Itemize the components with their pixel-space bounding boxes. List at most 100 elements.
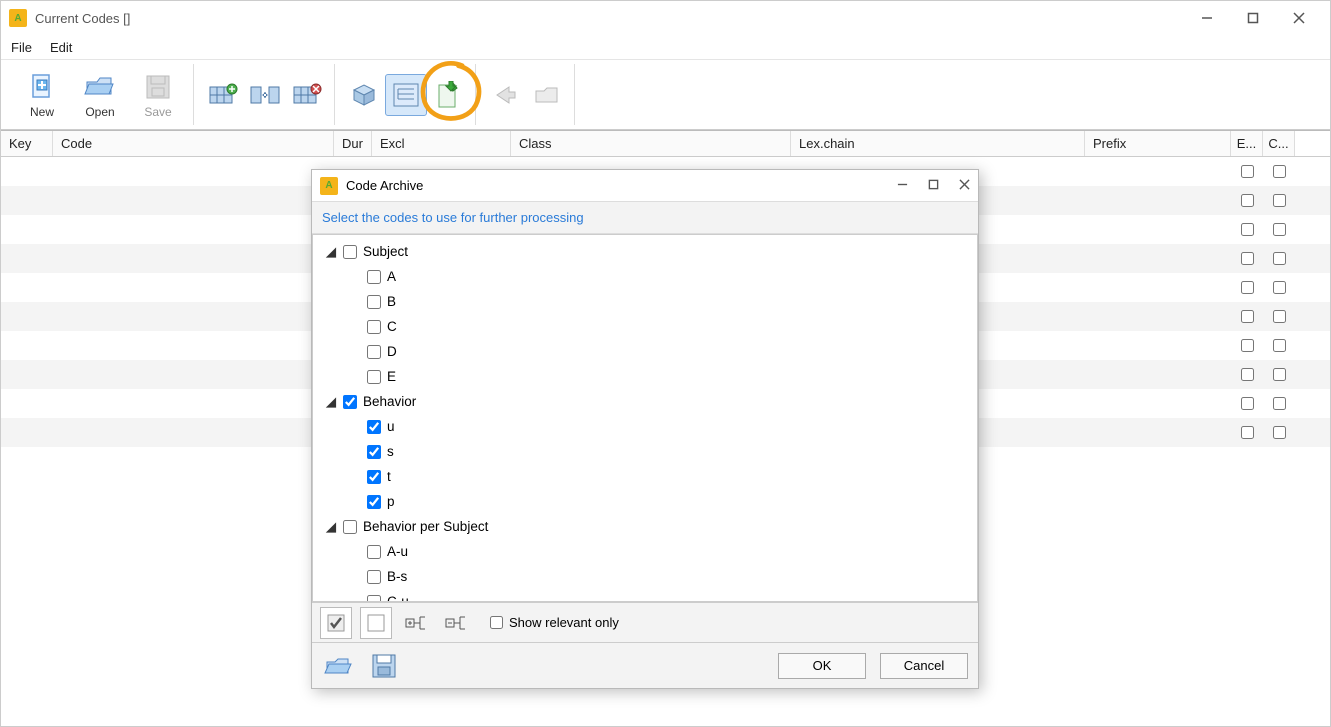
row-c-checkbox[interactable] <box>1273 194 1286 207</box>
tree-item-checkbox[interactable] <box>367 420 381 434</box>
row-e-checkbox[interactable] <box>1241 368 1254 381</box>
window-minimize-button[interactable] <box>1184 3 1230 33</box>
dialog-minimize-button[interactable] <box>897 178 908 193</box>
dialog-title: Code Archive <box>346 178 423 193</box>
row-e-checkbox[interactable] <box>1241 339 1254 352</box>
row-e-checkbox[interactable] <box>1241 397 1254 410</box>
toolbar-export-file-icon[interactable] <box>427 74 469 116</box>
tree-item-checkbox[interactable] <box>367 320 381 334</box>
col-code[interactable]: Code <box>53 131 334 156</box>
expand-icon[interactable]: ◢ <box>325 519 337 535</box>
tree-item[interactable]: C <box>319 314 971 339</box>
tree-group-label: Behavior <box>363 394 416 409</box>
save-button[interactable]: Save <box>129 64 187 126</box>
tree-group-checkbox[interactable] <box>343 245 357 259</box>
tree-item[interactable]: E <box>319 364 971 389</box>
tree-group-checkbox[interactable] <box>343 395 357 409</box>
toolbar-table-remove-icon[interactable] <box>286 74 328 116</box>
tree-item-label: A <box>387 269 396 284</box>
tree-item-checkbox[interactable] <box>367 470 381 484</box>
tree-group[interactable]: ◢ Behavior <box>319 389 971 414</box>
expand-all-button[interactable] <box>400 607 432 639</box>
row-e-checkbox[interactable] <box>1241 223 1254 236</box>
expand-icon[interactable]: ◢ <box>325 394 337 410</box>
row-e-checkbox[interactable] <box>1241 426 1254 439</box>
row-e-checkbox[interactable] <box>1241 165 1254 178</box>
col-class[interactable]: Class <box>511 131 791 156</box>
toolbar-box-icon[interactable] <box>343 74 385 116</box>
row-c-checkbox[interactable] <box>1273 310 1286 323</box>
tree-item-label: u <box>387 419 395 434</box>
collapse-all-button[interactable] <box>440 607 472 639</box>
tree-item[interactable]: A <box>319 264 971 289</box>
show-relevant-checkbox[interactable]: Show relevant only <box>490 615 619 630</box>
col-excl[interactable]: Excl <box>372 131 511 156</box>
row-c-checkbox[interactable] <box>1273 426 1286 439</box>
row-c-checkbox[interactable] <box>1273 339 1286 352</box>
row-c-checkbox[interactable] <box>1273 281 1286 294</box>
cancel-button[interactable]: Cancel <box>880 653 968 679</box>
col-e[interactable]: E... <box>1231 131 1263 156</box>
tree-item[interactable]: B-s <box>319 564 971 589</box>
row-e-checkbox[interactable] <box>1241 252 1254 265</box>
tree-item-checkbox[interactable] <box>367 495 381 509</box>
toolbar-tree-list-icon[interactable] <box>385 74 427 116</box>
menu-file[interactable]: File <box>11 40 32 55</box>
new-button[interactable]: New <box>13 64 71 126</box>
dialog-close-button[interactable] <box>959 178 970 193</box>
tree-item-checkbox[interactable] <box>367 545 381 559</box>
tree-item[interactable]: B <box>319 289 971 314</box>
row-c-checkbox[interactable] <box>1273 368 1286 381</box>
save-icon <box>142 71 174 103</box>
tree-item-checkbox[interactable] <box>367 295 381 309</box>
ok-button[interactable]: OK <box>778 653 866 679</box>
menu-edit[interactable]: Edit <box>50 40 72 55</box>
col-dur[interactable]: Dur <box>334 131 372 156</box>
folder-open-icon <box>84 71 116 103</box>
show-relevant-input[interactable] <box>490 616 503 629</box>
tree-item[interactable]: C-u <box>319 589 971 602</box>
new-file-icon <box>26 71 58 103</box>
dialog-save-button[interactable] <box>368 650 400 682</box>
tree-item[interactable]: t <box>319 464 971 489</box>
window-close-button[interactable] <box>1276 3 1322 33</box>
dialog-open-folder-button[interactable] <box>322 650 354 682</box>
toolbar-table-split-icon[interactable] <box>244 74 286 116</box>
col-key[interactable]: Key <box>1 131 53 156</box>
expand-icon[interactable]: ◢ <box>325 244 337 260</box>
tree-item[interactable]: p <box>319 489 971 514</box>
tree-item[interactable]: A-u <box>319 539 971 564</box>
tree-item[interactable]: D <box>319 339 971 364</box>
toolbar-table-add-icon[interactable] <box>202 74 244 116</box>
row-c-checkbox[interactable] <box>1273 397 1286 410</box>
dialog-bottom-bar: OK Cancel <box>312 642 978 688</box>
tree-item-checkbox[interactable] <box>367 595 381 603</box>
code-tree[interactable]: ◢Subject ABCDE ◢ Behavior ustp◢Behavior per … <box>312 234 978 602</box>
tree-group-checkbox[interactable] <box>343 520 357 534</box>
row-e-checkbox[interactable] <box>1241 281 1254 294</box>
row-c-checkbox[interactable] <box>1273 252 1286 265</box>
tree-group[interactable]: ◢Behavior per Subject <box>319 514 971 539</box>
tree-item-checkbox[interactable] <box>367 570 381 584</box>
tree-item[interactable]: s <box>319 439 971 464</box>
tree-item-checkbox[interactable] <box>367 345 381 359</box>
tree-item-checkbox[interactable] <box>367 270 381 284</box>
row-c-checkbox[interactable] <box>1273 165 1286 178</box>
dialog-maximize-button[interactable] <box>928 178 939 193</box>
col-c[interactable]: C... <box>1263 131 1295 156</box>
tree-item-checkbox[interactable] <box>367 445 381 459</box>
window-maximize-button[interactable] <box>1230 3 1276 33</box>
tree-group[interactable]: ◢Subject <box>319 239 971 264</box>
check-all-button[interactable] <box>320 607 352 639</box>
open-button[interactable]: Open <box>71 64 129 126</box>
tree-item[interactable]: u <box>319 414 971 439</box>
col-prefix[interactable]: Prefix <box>1085 131 1231 156</box>
row-c-checkbox[interactable] <box>1273 223 1286 236</box>
tree-item-label: E <box>387 369 396 384</box>
tree-item-checkbox[interactable] <box>367 370 381 384</box>
window-title: Current Codes [] <box>35 11 130 26</box>
row-e-checkbox[interactable] <box>1241 194 1254 207</box>
col-lex[interactable]: Lex.chain <box>791 131 1085 156</box>
uncheck-all-button[interactable] <box>360 607 392 639</box>
row-e-checkbox[interactable] <box>1241 310 1254 323</box>
